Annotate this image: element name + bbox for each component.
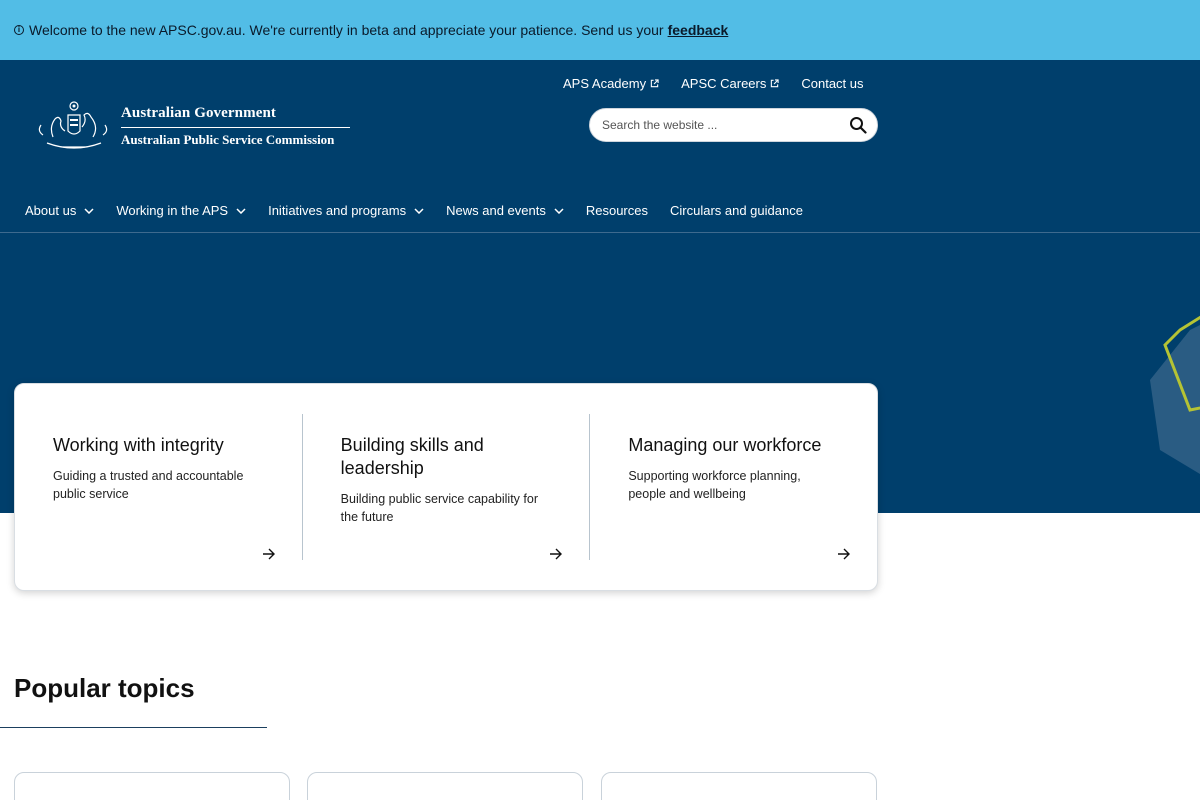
nav-item-circulars-and-guidance[interactable]: Circulars and guidance — [670, 203, 803, 218]
search-icon[interactable] — [849, 116, 867, 134]
nav-item-about-us[interactable]: About us — [25, 203, 94, 218]
beta-banner-message: Welcome to the new APSC.gov.au. We're cu… — [29, 22, 664, 38]
hexagon-decoration — [1150, 315, 1200, 474]
chevron-down-icon — [236, 207, 246, 214]
feedback-link[interactable]: feedback — [668, 22, 729, 38]
feature-card-workforce[interactable]: Managing our workforce Supporting workfo… — [589, 414, 877, 560]
feature-card-skills[interactable]: Building skills and leadership Building … — [301, 414, 590, 560]
feature-description: Guiding a trusted and accountable public… — [53, 469, 244, 501]
external-link-icon — [650, 79, 659, 88]
topic-card[interactable] — [14, 772, 290, 800]
nav-divider — [0, 232, 1200, 233]
utility-nav: APS Academy APSC Careers Contact us — [563, 76, 864, 91]
chevron-down-icon — [554, 207, 564, 214]
coat-of-arms-icon — [38, 101, 108, 149]
popular-topics-heading: Popular topics — [14, 673, 195, 703]
feature-description: Supporting workforce planning, people an… — [628, 469, 801, 501]
topic-card[interactable] — [307, 772, 583, 800]
chevron-down-icon — [84, 207, 94, 214]
nav-item-news-and-events[interactable]: News and events — [446, 203, 564, 218]
chevron-down-icon — [414, 207, 424, 214]
search-box — [589, 108, 878, 142]
nav-item-working-in-the-aps[interactable]: Working in the APS — [116, 203, 246, 218]
search-input[interactable] — [602, 118, 849, 132]
external-link-icon — [771, 79, 779, 88]
nav-item-resources[interactable]: Resources — [586, 203, 648, 218]
arrow-right-icon[interactable] — [549, 548, 563, 560]
main-nav: About us Working in the APS Initiatives … — [25, 203, 825, 218]
nav-item-initiatives-and-programs[interactable]: Initiatives and programs — [268, 203, 424, 218]
arrow-right-icon[interactable] — [837, 548, 851, 560]
feature-cards: Working with integrity Guiding a trusted… — [14, 383, 878, 591]
feature-title: Working with integrity — [53, 435, 224, 455]
popular-topics-divider — [0, 727, 267, 728]
top-link-aps-academy[interactable]: APS Academy — [563, 76, 659, 91]
feature-card-integrity[interactable]: Working with integrity Guiding a trusted… — [15, 414, 302, 560]
top-link-contact-us[interactable]: Contact us — [801, 76, 863, 91]
site-logo[interactable]: Australian Government Australian Public … — [33, 97, 350, 155]
topic-card[interactable] — [601, 772, 877, 800]
feature-description: Building public service capability for t… — [340, 492, 538, 524]
top-link-apsc-careers[interactable]: APSC Careers — [681, 76, 779, 91]
logo-agency-text: Australian Public Service Commission — [121, 131, 335, 147]
logo-government-text: Australian Government — [121, 105, 350, 128]
arrow-right-icon[interactable] — [262, 548, 276, 560]
info-icon: i — [14, 25, 24, 35]
feature-title: Managing our workforce — [628, 435, 822, 455]
beta-banner: i Welcome to the new APSC.gov.au. We're … — [0, 0, 1200, 60]
feature-title: Building skills and leadership — [340, 435, 484, 478]
